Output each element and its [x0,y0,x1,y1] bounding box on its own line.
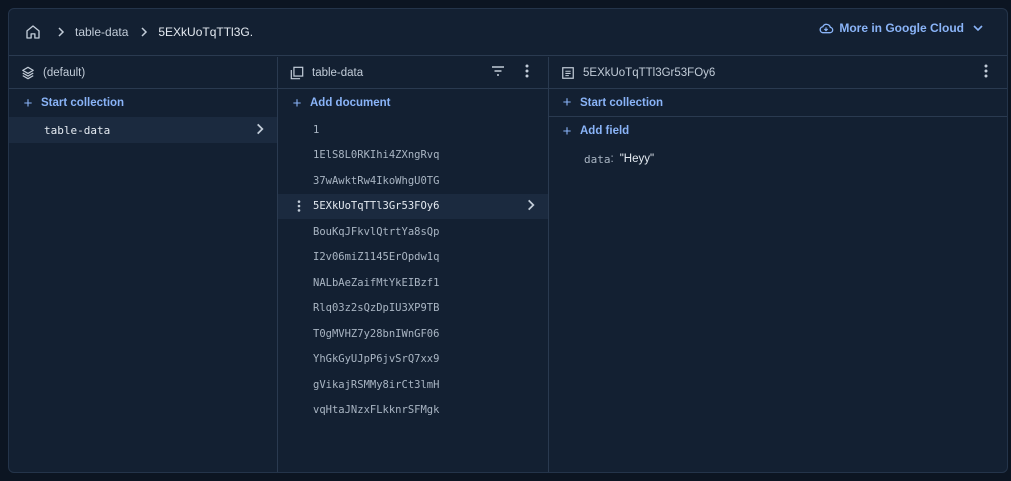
plus-icon: + [292,94,302,112]
document-item[interactable]: vqHtaJNzxFLkknrSFMgk [278,398,548,424]
collection-item-table-data[interactable]: table-data [9,117,277,143]
add-field-button[interactable]: + Add field [549,117,1007,145]
document-title: 5EXkUoTqTTl3Gr53FOy6 [583,66,716,79]
field-separator: : [610,153,614,165]
field-value: "Heyy" [619,153,655,165]
document-item[interactable]: 1 [278,117,548,143]
database-name: (default) [43,66,86,79]
document-icon [562,66,574,79]
field-key: data [584,152,611,166]
more-in-google-cloud-button[interactable]: More in Google Cloud [818,21,989,35]
database-stack-icon [22,66,34,79]
collection-name: table-data [44,123,111,137]
chevron-right-icon [524,198,538,215]
root-column-header: (default) [9,57,277,89]
plus-icon: + [562,122,572,140]
more-in-google-cloud-label: More in Google Cloud [839,21,964,35]
more-vert-icon[interactable] [983,63,997,79]
document-item[interactable]: YhGkGyUJpP6jvSrQ7xx9 [278,347,548,373]
chevron-right-icon [136,24,152,40]
document-column: 5EXkUoTqTTl3Gr53FOy6 + Start collection … [549,57,1007,472]
collection-column: table-data + Add document 1 1ElS8L0RKIhi… [278,57,549,472]
start-collection-button[interactable]: + Start collection [9,89,277,117]
chevron-right-icon [53,24,69,40]
breadcrumb-item-collection[interactable]: table-data [75,25,128,39]
root-column: (default) + Start collection table-data [9,57,278,472]
start-subcollection-button[interactable]: + Start collection [549,89,1007,117]
home-icon[interactable] [21,20,45,44]
document-item[interactable]: I2v06miZ1145ErOpdw1q [278,245,548,271]
add-document-button[interactable]: + Add document [278,89,548,117]
firestore-panel: table-data 5EXkUoTqTTl3G. More in Google… [8,8,1008,473]
plus-icon: + [562,94,572,111]
document-item[interactable]: 1ElS8L0RKIhi4ZXngRvq [278,143,548,169]
start-collection-label: Start collection [41,97,125,109]
collection-icon [290,66,304,79]
document-column-header: 5EXkUoTqTTl3Gr53FOy6 [549,57,1007,89]
collection-column-header: table-data [278,57,548,89]
collection-title: table-data [312,66,364,79]
field-row[interactable]: data : "Heyy" [549,145,1007,173]
add-field-label: Add field [580,125,630,137]
breadcrumb-bar: table-data 5EXkUoTqTTl3G. More in Google… [9,9,1007,56]
document-item[interactable]: T0gMVHZ7y28bnIWnGF06 [278,321,548,347]
start-subcollection-label: Start collection [580,96,664,109]
chevron-right-icon [253,122,267,139]
document-item[interactable]: NALbAeZaifMtYkEIBzf1 [278,270,548,296]
more-vert-icon[interactable] [296,199,302,216]
document-list: 1 1ElS8L0RKIhi4ZXngRvq 37wAwktRw4IkoWhgU… [278,117,548,423]
breadcrumb: table-data 5EXkUoTqTTl3G. [9,9,253,55]
data-columns: (default) + Start collection table-data … [9,57,1007,472]
document-item[interactable]: BouKqJFkvlQtrtYa8sQp [278,219,548,245]
breadcrumb-item-document[interactable]: 5EXkUoTqTTl3G. [158,25,253,39]
document-item[interactable]: Rlq03z2sQzDpIU3XP9TB [278,296,548,322]
filter-icon[interactable] [490,63,514,79]
document-item[interactable]: 37wAwktRw4IkoWhgU0TG [278,168,548,194]
cloud-icon [819,23,834,34]
more-vert-icon[interactable] [524,63,538,79]
chevron-down-icon [973,25,983,32]
document-item-selected[interactable]: 5EXkUoTqTTl3Gr53FOy6 [278,193,548,219]
document-item[interactable]: gVikajRSMMy8irCt3lmH [278,372,548,398]
plus-icon: + [23,94,33,112]
add-document-label: Add document [310,97,391,109]
